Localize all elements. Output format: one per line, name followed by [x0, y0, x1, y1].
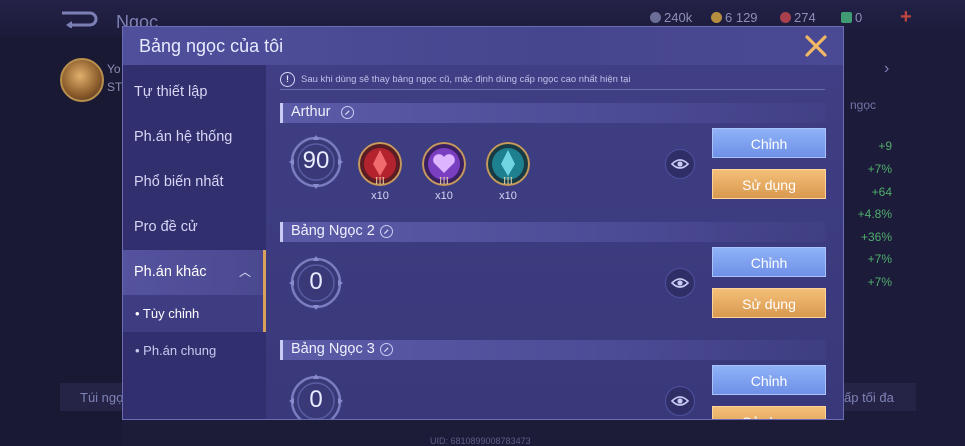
edit-button[interactable]: Chỉnh	[712, 247, 826, 277]
add-resource-icon[interactable]: +	[900, 6, 912, 29]
use-button[interactable]: Sử dụng	[712, 406, 826, 419]
sidebar-subitem-label: • Tùy chỉnh	[135, 306, 200, 321]
stat-value: +7%	[867, 275, 892, 289]
stat-value: +7%	[867, 252, 892, 266]
stats-label: ngọc	[850, 98, 877, 112]
edit-button[interactable]: Chỉnh	[712, 128, 826, 158]
profile-text: ST	[107, 80, 123, 94]
rune-page-name: Bảng Ngọc 2	[291, 223, 375, 239]
pencil-icon[interactable]	[341, 106, 354, 119]
eye-icon[interactable]	[665, 386, 695, 416]
resource-value: 6 129	[725, 10, 758, 25]
resource-value: 0	[855, 10, 863, 25]
resource-tickets: 0	[841, 10, 862, 25]
rune-tier-label: III	[439, 176, 449, 187]
coin-icon	[650, 12, 661, 23]
pencil-icon[interactable]	[380, 343, 393, 356]
rune-count-label: x10	[499, 190, 517, 202]
bag-label: Túi ngọ	[80, 390, 124, 405]
notice-bar: ! Sau khi dùng sẽ thay bảng ngọc cũ, mặc…	[280, 69, 825, 90]
use-button[interactable]: Sử dụng	[712, 288, 826, 318]
rune-page-name: Bảng Ngọc 3	[291, 341, 375, 357]
sidebar-item-label: Ph.án hệ thống	[134, 129, 233, 145]
eye-icon[interactable]	[665, 149, 695, 179]
sidebar-item-custom-setup[interactable]: Tự thiết lập	[123, 70, 266, 115]
category-sidebar: Tự thiết lập Ph.án hệ thống Phổ biến nhấ…	[123, 65, 266, 419]
uid-text: UID: 6810899008783473	[430, 436, 531, 446]
dialog-title: Bảng ngọc của tôi	[139, 36, 284, 56]
rune-count-label: x10	[435, 190, 453, 202]
avatar	[60, 58, 104, 102]
max-level-label: ấp tối đa	[844, 390, 894, 405]
resource-vouchers: 274	[780, 10, 816, 25]
stat-value: +9	[878, 139, 892, 153]
sidebar-subitem-shared[interactable]: • Ph.án chung	[123, 332, 266, 369]
rune-page-header: Bảng Ngọc 3	[280, 340, 826, 360]
close-icon[interactable]	[803, 33, 829, 59]
resource-value: 240k	[664, 10, 693, 25]
rune-page-card: Bảng Ngọc 3 0 Chỉnh Sử dụng	[280, 340, 826, 419]
rune-pages-list[interactable]: ! Sau khi dùng sẽ thay bảng ngọc cũ, mặc…	[266, 65, 843, 419]
stat-value: +36%	[860, 230, 892, 244]
stat-value: +7%	[867, 162, 892, 176]
pencil-icon[interactable]	[380, 225, 393, 238]
chevron-up-icon: ︿	[238, 265, 251, 279]
sidebar-item-system-plans[interactable]: Ph.án hệ thống	[123, 115, 266, 160]
resource-gold: 240k	[650, 10, 692, 25]
rune-level-value: 90	[302, 147, 330, 174]
ruby-icon	[780, 12, 791, 23]
info-icon: !	[280, 71, 295, 87]
eye-icon[interactable]	[665, 268, 695, 298]
rune-page-header: Arthur	[280, 103, 826, 123]
rune-level-value: 0	[309, 386, 323, 413]
rune-level-value: 0	[309, 268, 323, 295]
resource-gems: 6 129	[711, 10, 758, 25]
rune-page-name: Arthur	[291, 104, 331, 120]
sidebar-subitem-label: • Ph.án chung	[135, 343, 217, 358]
rune-count-label: x10	[371, 190, 389, 202]
rune-page-header: Bảng Ngọc 2	[280, 222, 826, 242]
use-button[interactable]: Sử dụng	[712, 169, 826, 199]
sidebar-subitem-custom[interactable]: • Tùy chỉnh	[123, 295, 266, 332]
rune-tier-label: III	[375, 176, 385, 187]
rune-page-card: Bảng Ngọc 2 0 Chỉnh Sử dụng	[280, 222, 826, 322]
stat-value: +64	[871, 185, 892, 199]
chevron-right-icon[interactable]: ›	[884, 60, 889, 78]
resource-value: 274	[794, 10, 816, 25]
stat-value: +4.8%	[857, 207, 892, 221]
sidebar-item-label: Phổ biến nhất	[134, 174, 224, 190]
gem-coin-icon	[711, 12, 722, 23]
sidebar-item-label: Pro đề cử	[134, 219, 198, 235]
notice-text: Sau khi dùng sẽ thay bảng ngọc cũ, mặc đ…	[301, 73, 631, 85]
sidebar-item-pro-recommended[interactable]: Pro đề cử	[123, 205, 266, 250]
sidebar-item-other-plans[interactable]: Ph.án khác ︿	[123, 250, 266, 295]
my-rune-pages-dialog: Bảng ngọc của tôi Tự thiết lập Ph.án hệ …	[122, 26, 844, 420]
sidebar-item-most-popular[interactable]: Phổ biến nhất	[123, 160, 266, 205]
dialog-header: Bảng ngọc của tôi	[123, 27, 843, 65]
edit-button[interactable]: Chỉnh	[712, 365, 826, 395]
sidebar-item-label: Tự thiết lập	[134, 84, 208, 100]
sidebar-item-label: Ph.án khác	[134, 264, 207, 280]
profile-text: Yo	[107, 62, 121, 76]
ticket-icon	[841, 12, 852, 23]
rune-tier-label: III	[503, 176, 513, 187]
back-arrow-icon[interactable]	[60, 10, 98, 28]
rune-page-card: Arthur 90 III x10 III x10 III x10 Chỉnh …	[280, 103, 826, 203]
